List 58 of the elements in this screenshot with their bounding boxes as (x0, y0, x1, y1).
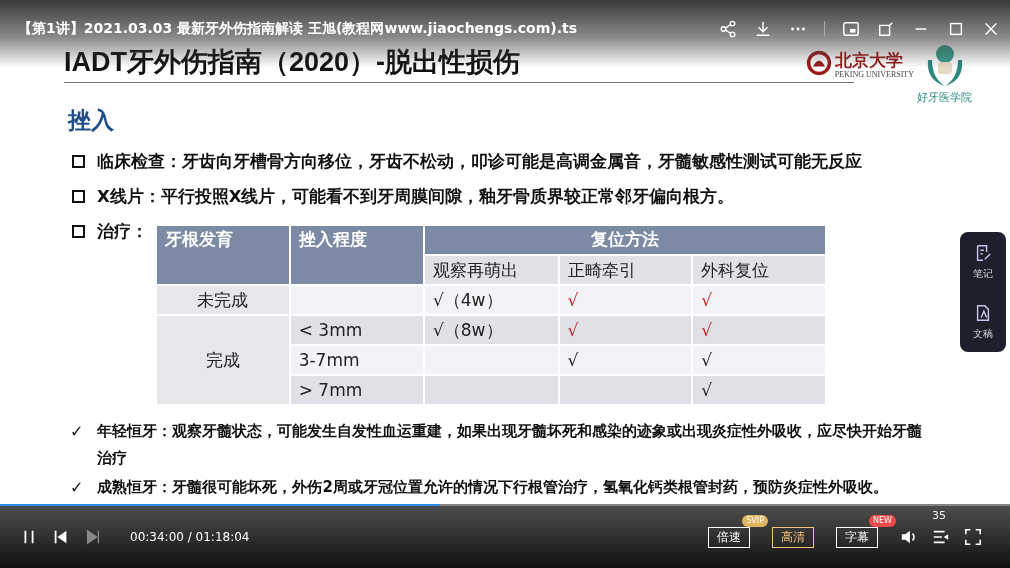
school-name: 好牙医学院 (917, 90, 972, 105)
mini-player-icon[interactable] (842, 20, 860, 38)
check-mark: √ (701, 290, 713, 310)
university-seal-icon (805, 50, 832, 76)
tag-badge: SVIP (742, 515, 768, 527)
check-mark: √ (701, 380, 713, 400)
square-bullet-icon (72, 155, 85, 168)
share-icon[interactable] (719, 20, 737, 38)
player-button[interactable]: 字幕 (836, 527, 878, 548)
check-icon: ✓ (70, 474, 84, 501)
side-panel-button[interactable]: 文稿 (973, 303, 993, 341)
playback-time: 00:34:00 / 01:18:04 (130, 530, 250, 544)
university-name-english: PEKING UNIVERSITY (834, 70, 914, 79)
section-heading: 挫入 (68, 106, 115, 135)
check-mark: √ (567, 290, 579, 310)
table-cell: 未完成 (156, 285, 290, 315)
close-icon[interactable] (982, 20, 1000, 38)
check-mark: √ (567, 350, 579, 370)
bullet-text: 临床检查：牙齿向牙槽骨方向移位，牙齿不松动，叩诊可能是高调金属音，牙髓敏感性测试可能无反应 (97, 150, 862, 173)
slide-title: IADT牙外伤指南（2020）-脱出性损伤 (64, 47, 521, 77)
fullscreen-icon[interactable] (964, 528, 982, 546)
player-button[interactable]: 倍速 (708, 527, 750, 548)
table-subheader: 外科复位 (692, 255, 826, 285)
check-mark: √ (701, 350, 713, 370)
table-header: 复位方法 (423, 225, 826, 255)
pin-window-icon[interactable] (877, 20, 895, 38)
table-header: 挫入程度 (289, 225, 424, 285)
table-header: 牙根发育 (156, 225, 290, 285)
page-number: 35 (932, 509, 946, 522)
check-text: 成熟恒牙：牙髓很可能坏死，外伤2周或牙冠位置允许的情况下行根管治疗，氢氧化钙类根管封药，预防炎症性外吸收。 (97, 477, 889, 498)
check-mark: √ (701, 320, 713, 340)
document-icon (974, 303, 992, 323)
playlist-icon[interactable] (932, 528, 950, 546)
check-text: 年轻恒牙：观察牙髓状态，可能发生自发性血运重建，如果出现牙髓坏死和感染的迹象或出现炎症性外吸收，应尽快开始牙髓治疗 (97, 421, 924, 469)
player-button[interactable]: 高清 (772, 527, 814, 548)
table-subheader: 正畸牵引 (558, 255, 693, 285)
note-edit-icon (974, 243, 992, 263)
table-cell: > 7mm (289, 375, 424, 405)
next-icon[interactable] (84, 528, 102, 546)
maximize-icon[interactable] (947, 20, 965, 38)
table-cell: 完成 (156, 315, 290, 405)
table-cell: < 3mm (289, 315, 424, 345)
university-name: 北京大学 (834, 50, 904, 70)
square-bullet-icon (72, 190, 85, 203)
side-panel-button[interactable]: 笔记 (973, 243, 993, 281)
check-mark: √ (567, 320, 579, 340)
volume-icon[interactable] (900, 528, 918, 546)
check-icon: ✓ (70, 418, 84, 445)
video-title: 【第1讲】2021.03.03 最新牙外伤指南解读 王旭(教程网www.jiaochengs.com).ts (18, 20, 577, 38)
bullet-text: 治疗： (97, 220, 148, 243)
bullet-text: X线片：平行投照X线片，可能看不到牙周膜间隙，釉牙骨质界较正常邻牙偏向根方。 (97, 185, 735, 208)
check-mark: √（8w） (432, 319, 503, 340)
table-cell: 3-7mm (289, 345, 424, 375)
tag-badge: NEW (869, 515, 896, 527)
table-subheader: 观察再萌出 (423, 255, 559, 285)
download-icon[interactable] (754, 20, 772, 38)
square-bullet-icon (72, 225, 85, 238)
check-mark: √（4w） (432, 289, 503, 310)
